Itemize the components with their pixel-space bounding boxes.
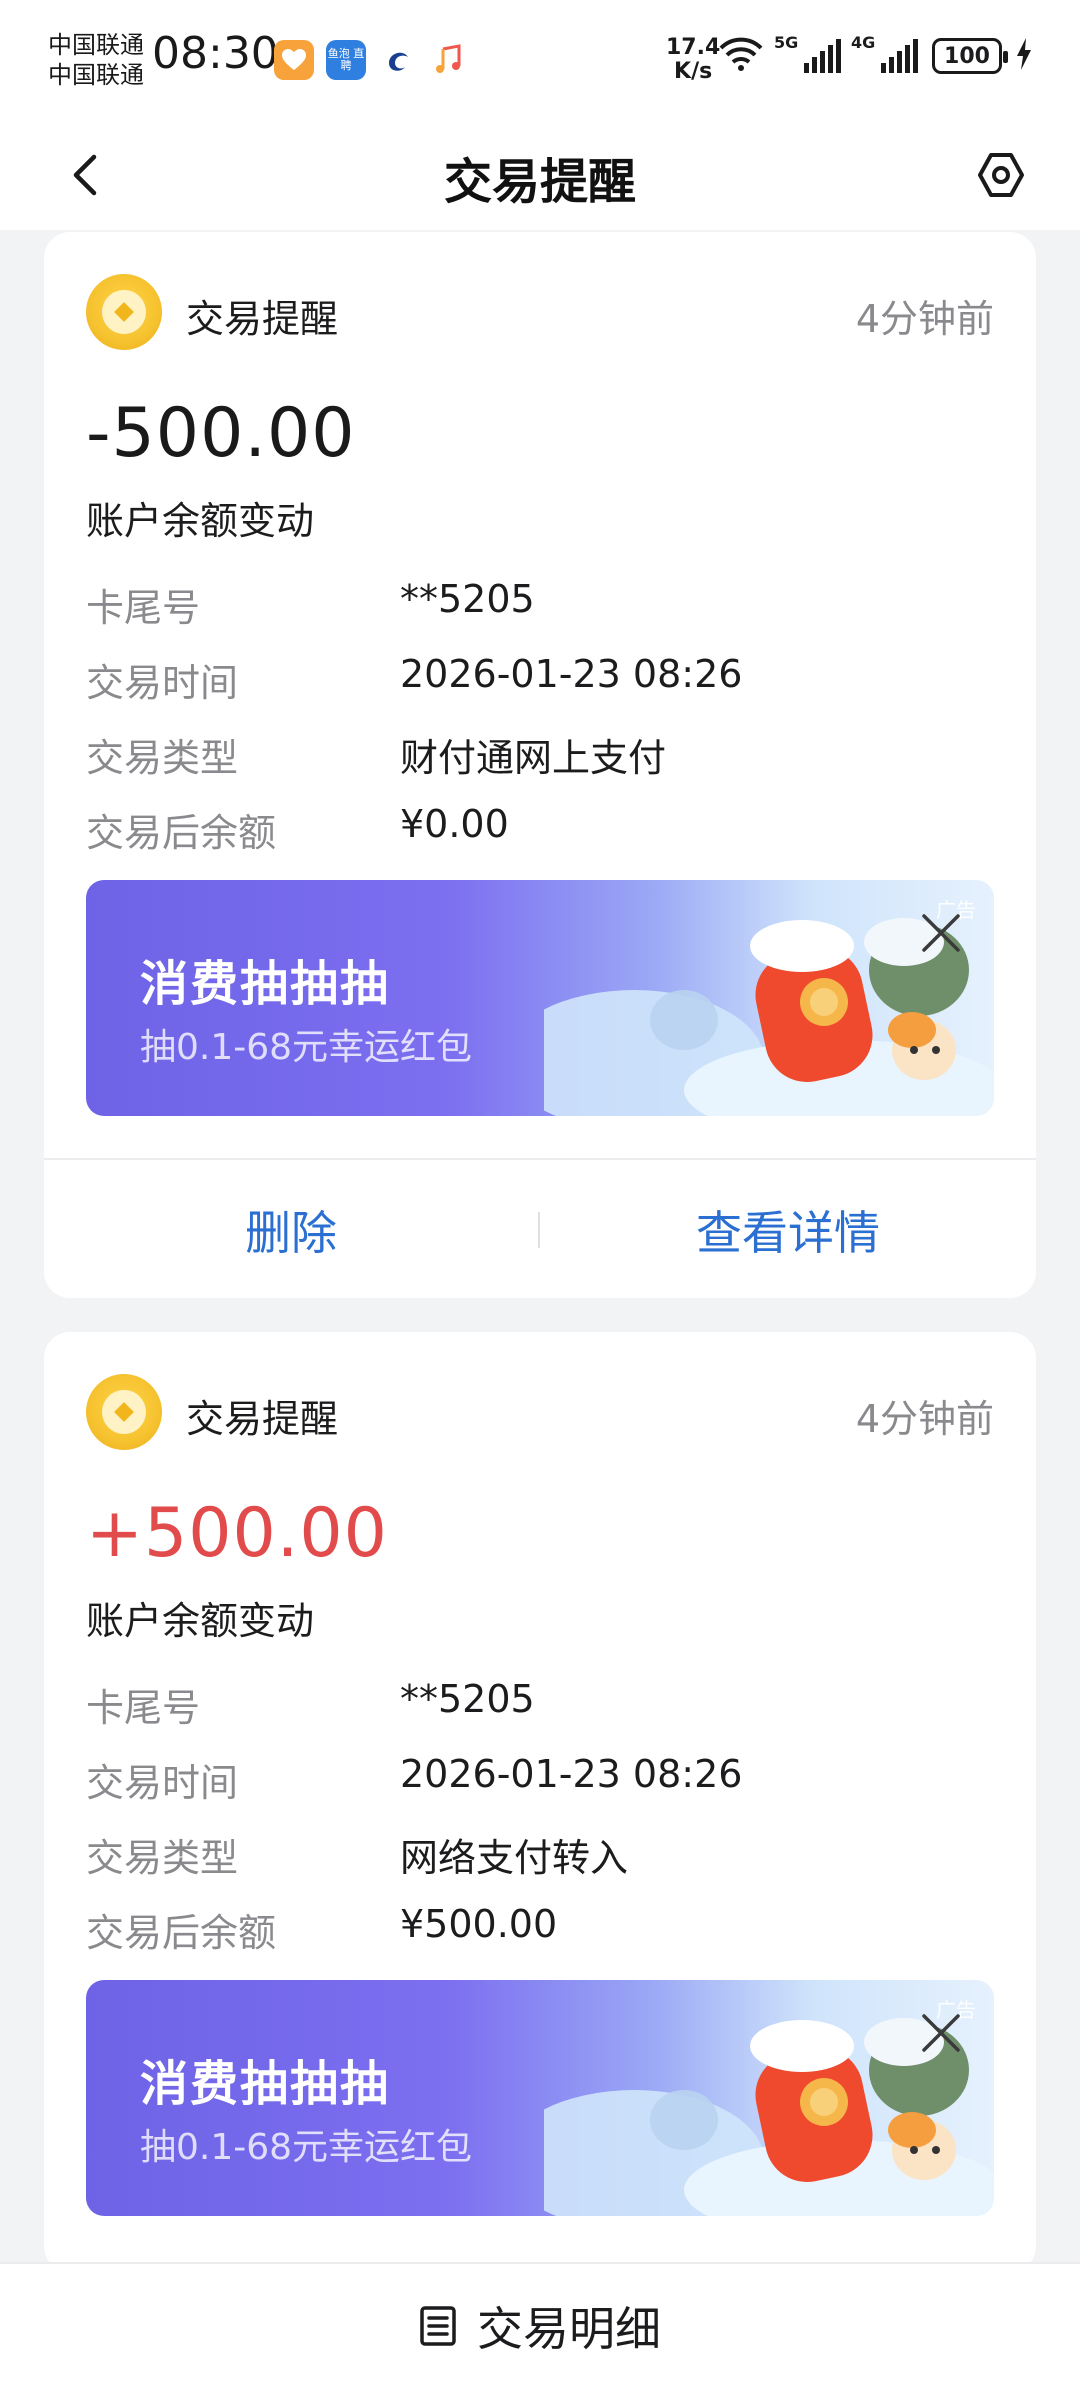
detail-key: 交易类型 bbox=[86, 1836, 239, 1880]
detail-key: 交易后余额 bbox=[86, 1911, 277, 1955]
detail-value: ¥0.00 bbox=[400, 802, 509, 846]
detail-value: 网络支付转入 bbox=[400, 1836, 629, 1880]
detail-key: 交易时间 bbox=[86, 661, 239, 705]
ad-banner[interactable]: 消费抽抽抽 抽0.1-68元幸运红包 广告 bbox=[86, 880, 994, 1116]
ad-title: 消费抽抽抽 bbox=[140, 2056, 391, 2112]
job-app-icon: 鱼泡 直聘 bbox=[326, 40, 366, 80]
detail-key: 交易时间 bbox=[86, 1761, 239, 1805]
notification-card: 交易提醒 4分钟前 +500.00 账户余额变动 卡尾号 **5205 交易时间… bbox=[44, 1332, 1036, 2272]
signal-4g-icon: 4G bbox=[851, 33, 918, 73]
signal-4g-label: 4G bbox=[851, 33, 876, 52]
page-title: 交易提醒 bbox=[443, 154, 636, 210]
detail-value: **5205 bbox=[400, 577, 535, 621]
detail-value: 2026-01-23 08:26 bbox=[400, 652, 743, 696]
charging-icon bbox=[1016, 37, 1032, 75]
transaction-details-bar[interactable]: 交易明细 bbox=[0, 2262, 1080, 2388]
list-icon bbox=[420, 2306, 456, 2346]
ad-banner[interactable]: 消费抽抽抽 抽0.1-68元幸运红包 广告 bbox=[86, 1980, 994, 2216]
card-time-ago: 4分钟前 bbox=[855, 297, 994, 341]
status-icons: 5G 4G 100 bbox=[718, 33, 1032, 76]
settings-icon bbox=[978, 153, 1024, 197]
carrier-1: 中国联通 bbox=[48, 31, 144, 59]
transaction-details-label: 交易明细 bbox=[477, 2302, 661, 2356]
tencent-video-icon bbox=[378, 40, 418, 80]
heart-app-icon bbox=[274, 40, 314, 80]
notification-card: 交易提醒 4分钟前 -500.00 账户余额变动 卡尾号 **5205 交易时间… bbox=[44, 232, 1036, 1298]
close-icon bbox=[922, 2014, 960, 2052]
detail-value: ¥500.00 bbox=[400, 1902, 558, 1946]
coin-icon bbox=[86, 1374, 162, 1450]
detail-key: 交易类型 bbox=[86, 736, 239, 780]
detail-value: 2026-01-23 08:26 bbox=[400, 1752, 743, 1796]
status-bar: 中国联通 中国联通 08:30 鱼泡 直聘 17.4 K/s 5G 4G 100 bbox=[0, 0, 1080, 120]
ad-close-button[interactable] bbox=[918, 910, 964, 956]
card-source: 交易提醒 bbox=[186, 297, 339, 341]
card-source: 交易提醒 bbox=[186, 1397, 339, 1441]
card-header: 交易提醒 4分钟前 bbox=[86, 274, 994, 354]
card-header: 交易提醒 4分钟前 bbox=[86, 1374, 994, 1454]
detail-key: 卡尾号 bbox=[86, 586, 201, 630]
network-speed: 17.4 K/s bbox=[666, 36, 720, 84]
card-time-ago: 4分钟前 bbox=[855, 1397, 994, 1441]
top-navigation-bar: 交易提醒 bbox=[0, 120, 1080, 230]
carrier-labels: 中国联通 中国联通 bbox=[48, 30, 144, 90]
wifi-icon bbox=[718, 36, 764, 76]
detail-key: 卡尾号 bbox=[86, 1686, 201, 1730]
change-label: 账户余额变动 bbox=[86, 1599, 315, 1643]
detail-value: 财付通网上支付 bbox=[400, 736, 667, 780]
music-icon bbox=[428, 40, 468, 80]
transaction-amount: -500.00 bbox=[86, 394, 356, 473]
job-app-icon-label: 鱼泡 直聘 bbox=[327, 47, 365, 72]
battery-level: 100 bbox=[944, 43, 990, 69]
ad-subtitle: 抽0.1-68元幸运红包 bbox=[140, 2127, 473, 2168]
settings-button[interactable] bbox=[966, 140, 1036, 210]
detail-value: **5205 bbox=[400, 1677, 535, 1721]
network-speed-unit: K/s bbox=[674, 59, 713, 84]
ad-close-button[interactable] bbox=[918, 2010, 964, 2056]
carrier-2: 中国联通 bbox=[48, 61, 144, 89]
coin-icon bbox=[86, 274, 162, 350]
battery-icon: 100 bbox=[932, 38, 1008, 74]
change-label: 账户余额变动 bbox=[86, 499, 315, 543]
status-clock: 08:30 bbox=[152, 28, 279, 79]
signal-5g-icon: 5G bbox=[774, 33, 841, 73]
view-details-button[interactable]: 查看详情 bbox=[540, 1160, 1036, 1298]
ad-title: 消费抽抽抽 bbox=[140, 956, 391, 1012]
detail-key: 交易后余额 bbox=[86, 811, 277, 855]
network-speed-value: 17.4 bbox=[666, 35, 721, 60]
transaction-amount: +500.00 bbox=[86, 1494, 388, 1573]
card-actions: 删除 查看详情 bbox=[44, 1158, 1036, 1298]
delete-button[interactable]: 删除 bbox=[44, 1160, 538, 1298]
close-icon bbox=[922, 914, 960, 952]
signal-5g-label: 5G bbox=[774, 33, 799, 52]
ad-subtitle: 抽0.1-68元幸运红包 bbox=[140, 1027, 473, 1068]
